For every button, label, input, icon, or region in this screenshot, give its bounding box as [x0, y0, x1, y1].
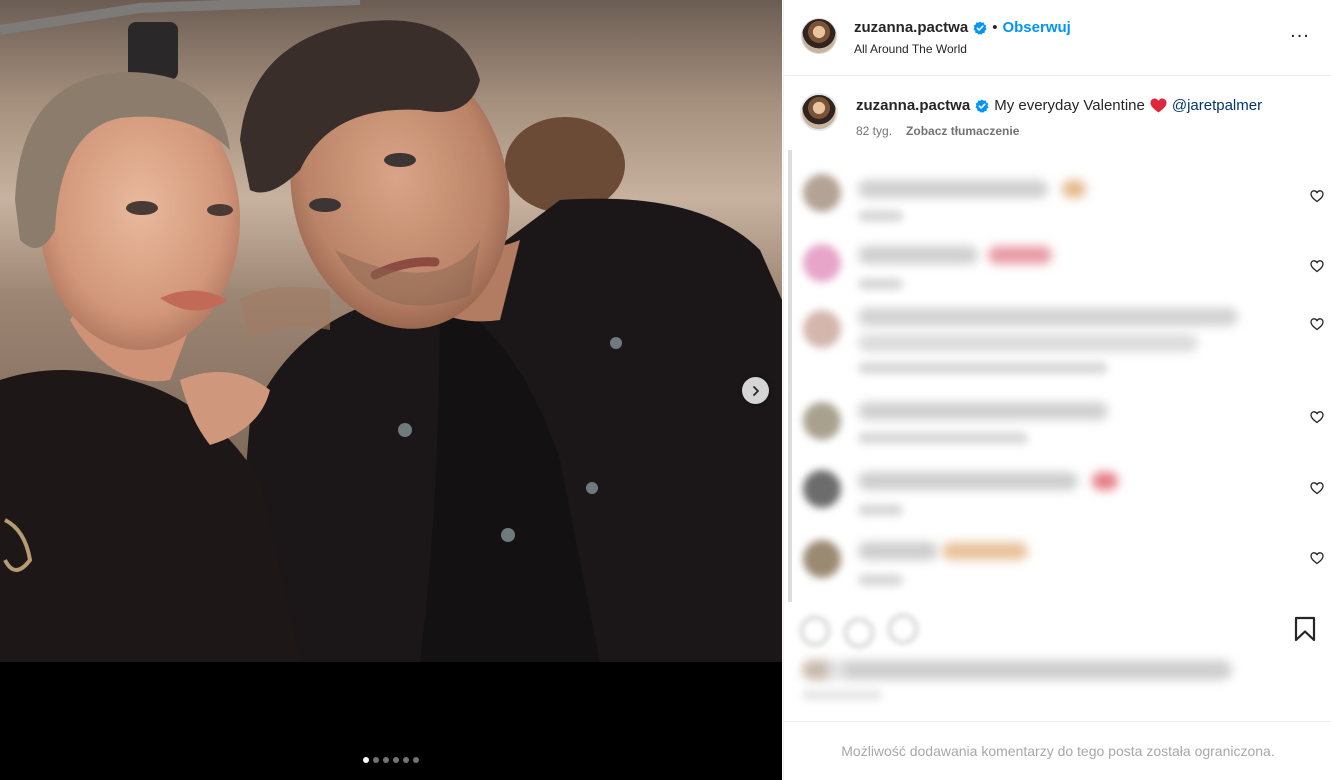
- carousel-dot: [413, 757, 419, 763]
- see-translation-button[interactable]: Zobacz tłumaczenie: [906, 124, 1019, 138]
- comment-meta: [858, 362, 1108, 374]
- heart-outline-icon[interactable]: [1310, 551, 1324, 565]
- comment-avatar: [803, 310, 841, 348]
- carousel-dot: [393, 757, 399, 763]
- comments-list: [788, 150, 1331, 602]
- caption-text: My everyday Valentine: [994, 97, 1145, 114]
- comment-emoji: [988, 246, 1052, 264]
- author-avatar[interactable]: [801, 18, 837, 54]
- carousel-dot: [373, 757, 379, 763]
- heart-outline-icon[interactable]: [1310, 481, 1324, 495]
- post-header: zuzanna.pactwa • Obserwuj All Around The…: [784, 0, 1331, 76]
- comment-emoji: [1092, 472, 1118, 490]
- caption-meta: 82 tyg. Zobacz tłumaczenie: [856, 124, 1019, 138]
- comment-meta: [858, 210, 903, 222]
- comment-meta: [858, 504, 903, 516]
- like-button[interactable]: [800, 616, 830, 646]
- heart-outline-icon[interactable]: [1310, 189, 1324, 203]
- verified-badge-icon: [973, 21, 987, 35]
- comment-meta: [858, 432, 1028, 444]
- bookmark-icon[interactable]: [1293, 616, 1317, 642]
- comment-text: [858, 542, 938, 560]
- comment-avatar: [803, 174, 841, 212]
- caption-mention[interactable]: @jaretpalmer: [1172, 97, 1262, 114]
- carousel-dot: [363, 757, 369, 763]
- post-actions-bar: [784, 602, 1331, 662]
- heart-outline-icon[interactable]: [1310, 317, 1324, 331]
- post-side-panel: zuzanna.pactwa • Obserwuj All Around The…: [783, 0, 1331, 780]
- comment-text: [858, 308, 1238, 326]
- comment-text: [858, 246, 978, 264]
- post-media: [0, 0, 782, 780]
- heart-outline-icon[interactable]: [1310, 259, 1324, 273]
- comment-avatar: [803, 470, 841, 508]
- carousel-indicator: [0, 757, 782, 763]
- comments-restricted-text: Możliwość dodawania komentarzy do tego p…: [841, 743, 1275, 759]
- carousel-dot: [403, 757, 409, 763]
- photo-illustration: [0, 0, 782, 662]
- chevron-right-icon: [752, 385, 759, 396]
- carousel-next-button[interactable]: [742, 377, 769, 404]
- comment-emoji: [1062, 180, 1086, 198]
- follow-button[interactable]: Obserwuj: [1002, 19, 1070, 36]
- heart-outline-icon[interactable]: [1310, 410, 1324, 424]
- share-button[interactable]: [888, 614, 918, 644]
- more-options-icon[interactable]: ...: [1288, 21, 1312, 46]
- author-username[interactable]: zuzanna.pactwa: [854, 19, 968, 36]
- post-date: [802, 690, 882, 700]
- post-location[interactable]: All Around The World: [854, 42, 967, 56]
- comment-text: [858, 180, 1048, 198]
- comment-button[interactable]: [844, 618, 874, 648]
- carousel-dot: [383, 757, 389, 763]
- comment-text: [858, 472, 1078, 490]
- comment-avatar: [803, 540, 841, 578]
- comment-meta: [858, 278, 903, 290]
- verified-badge-icon: [975, 99, 989, 113]
- comment-avatar: [803, 402, 841, 440]
- caption-username[interactable]: zuzanna.pactwa: [856, 97, 970, 114]
- comment-meta: [858, 574, 903, 586]
- caption-age[interactable]: 82 tyg.: [856, 124, 892, 138]
- comment-avatar: [803, 244, 841, 282]
- caption-avatar[interactable]: [800, 93, 838, 131]
- comment-text: [858, 334, 1198, 352]
- comment-text: [858, 402, 1108, 420]
- comments-restricted-notice: Możliwość dodawania komentarzy do tego p…: [784, 721, 1331, 780]
- comment-emoji: [942, 542, 1028, 560]
- likes-summary: [802, 660, 1232, 680]
- author-line: zuzanna.pactwa • Obserwuj: [854, 19, 1071, 36]
- red-heart-icon: [1150, 98, 1167, 113]
- post-photo: [0, 0, 782, 662]
- caption: zuzanna.pactwa My everyday Valentine @ja…: [856, 97, 1262, 114]
- header-separator: •: [992, 19, 998, 36]
